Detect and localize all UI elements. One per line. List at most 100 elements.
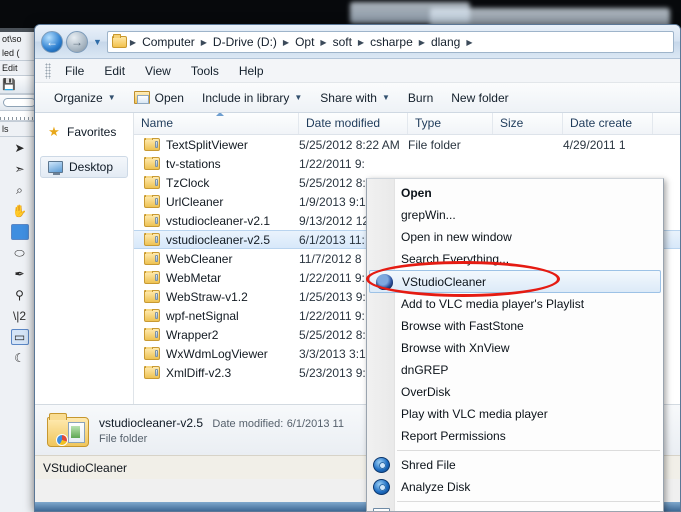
menu-item-play-with-vlc-media-player[interactable]: Play with VLC media player <box>367 403 663 425</box>
pen-tool-icon[interactable]: ✒ <box>11 266 29 282</box>
breadcrumb-item-d-drive[interactable]: D-Drive (D:) <box>210 34 280 50</box>
sidebar-item-label: Favorites <box>67 125 117 139</box>
breadcrumb-item-dlang[interactable]: dlang <box>428 34 463 50</box>
menu-item-search-everything[interactable]: Search Everything... <box>367 248 663 270</box>
breadcrumb-item-opt[interactable]: Opt <box>292 34 317 50</box>
vstudiocleaner-icon <box>376 273 393 290</box>
gradient-tool-icon[interactable] <box>10 224 29 240</box>
column-header-name[interactable]: Name <box>134 113 299 134</box>
menu-item-help[interactable]: Help <box>229 61 274 81</box>
menu-item-vstudiocleaner[interactable]: VStudioCleaner <box>369 270 661 293</box>
menu-item-report-permissions[interactable]: Report Permissions <box>367 425 663 447</box>
select-tool-icon[interactable]: ➣ <box>11 161 29 177</box>
select-add-tool-icon[interactable]: ➤ <box>11 140 29 156</box>
open-button[interactable]: Open <box>125 87 193 109</box>
file-name-cell[interactable]: vstudiocleaner-v2.5 <box>134 232 299 247</box>
file-name-cell[interactable]: WebMetar <box>134 270 299 285</box>
share-with-label: Share with <box>320 90 377 105</box>
open-label: Open <box>154 90 184 105</box>
breadcrumb-item-csharpe[interactable]: csharpe <box>367 34 416 50</box>
column-header-date-created[interactable]: Date create <box>563 113 653 134</box>
menu-item-dngrep[interactable]: dnGREP <box>367 359 663 381</box>
menu-item-file[interactable]: File <box>55 61 94 81</box>
organize-button[interactable]: Organize ▼ <box>45 87 125 109</box>
breadcrumb-separator-icon[interactable]: ▶ <box>129 38 137 47</box>
menu-item-browse-with-faststone[interactable]: Browse with FastStone <box>367 315 663 337</box>
rounded-rect-tool-icon[interactable]: ▭ <box>10 329 29 345</box>
forward-button[interactable]: → <box>66 31 88 53</box>
recent-pages-chevron-down-icon[interactable]: ▼ <box>91 37 104 47</box>
menu-item-add-to-vlc-media-player-s-playlist[interactable]: Add to VLC media player's Playlist <box>367 293 663 315</box>
file-name-cell[interactable]: Wrapper2 <box>134 327 299 342</box>
back-button[interactable]: ← <box>41 31 63 53</box>
sidebar-item-desktop[interactable]: Desktop <box>40 156 128 178</box>
command-bar[interactable]: Organize ▼ Open Include in library ▼ Sha… <box>35 83 680 113</box>
menu-item-edit[interactable]: Edit <box>94 61 135 81</box>
file-name-cell[interactable]: WxWdmLogViewer <box>134 346 299 361</box>
eraser-tool-icon[interactable]: ⬭ <box>11 245 29 261</box>
file-name-cell[interactable]: UrlCleaner <box>134 194 299 209</box>
file-name-cell[interactable]: TzClock <box>134 175 299 190</box>
pan-hand-tool-icon[interactable]: ✋ <box>11 203 29 219</box>
file-name-cell[interactable]: TextSplitViewer <box>134 137 299 152</box>
column-header-row[interactable]: Name Date modified Type Size Date create <box>134 113 680 135</box>
filemenu-tools-icon <box>373 508 390 511</box>
breadcrumb-separator-icon[interactable]: ▶ <box>357 38 365 47</box>
menu-item-open-in-new-window[interactable]: Open in new window <box>367 226 663 248</box>
breadcrumb-separator-icon[interactable]: ▶ <box>319 38 327 47</box>
menu-divider <box>397 450 660 451</box>
file-name-cell[interactable]: WebStraw-v1.2 <box>134 289 299 304</box>
context-menu[interactable]: Open grepWin... Open in new window Search E… <box>366 178 664 512</box>
new-folder-button[interactable]: New folder <box>442 87 517 109</box>
menu-item-label: Search Everything... <box>401 252 510 266</box>
menu-bar[interactable]: File Edit View Tools Help <box>35 59 680 83</box>
menu-item-open[interactable]: Open <box>367 182 663 204</box>
menu-item-browse-with-xnview[interactable]: Browse with XnView <box>367 337 663 359</box>
file-name-cell[interactable]: wpf-netSignal <box>134 308 299 323</box>
breadcrumb-item-soft[interactable]: soft <box>330 34 355 50</box>
file-name-label: vstudiocleaner-v2.1 <box>166 213 271 228</box>
share-with-button[interactable]: Share with ▼ <box>311 87 399 109</box>
table-row[interactable]: tv-stations 1/22/2011 9: <box>134 154 680 173</box>
details-modified-value: 6/1/2013 11 <box>286 417 344 430</box>
sidebar-item-label: Desktop <box>69 160 114 174</box>
zoom-tool-icon[interactable]: ⌕ <box>11 182 29 198</box>
file-name-cell[interactable]: WebCleaner <box>134 251 299 266</box>
file-name-label: wpf-netSignal <box>166 308 239 323</box>
file-name-cell[interactable]: vstudiocleaner-v2.1 <box>134 213 299 228</box>
sidebar-item-favorites[interactable]: ★ Favorites <box>35 122 133 142</box>
breadcrumb-separator-icon[interactable]: ▶ <box>465 38 473 47</box>
menu-item-filemenu-tools[interactable]: FileMenu Tools <box>367 505 663 511</box>
menu-item-label: OverDisk <box>401 385 451 399</box>
menu-item-shred-file[interactable]: Shred File <box>367 454 663 476</box>
file-name-cell[interactable]: XmlDiff-v2.3 <box>134 365 299 380</box>
breadcrumb-separator-icon[interactable]: ▶ <box>282 38 290 47</box>
menu-item-tools[interactable]: Tools <box>181 61 229 81</box>
folder-icon <box>144 194 160 208</box>
file-name-cell[interactable]: tv-stations <box>134 156 299 171</box>
navigation-pane[interactable]: ★ Favorites Desktop <box>35 113 134 404</box>
dropper-tool-icon[interactable]: ⚲ <box>11 287 29 303</box>
burn-button[interactable]: Burn <box>399 87 442 109</box>
curve-tool-icon[interactable]: ☾ <box>11 350 29 366</box>
type-cell: File folder <box>408 137 461 152</box>
folder-icon <box>144 308 160 322</box>
menu-item-view[interactable]: View <box>135 61 181 81</box>
context-menu-items[interactable]: Open grepWin... Open in new window Search E… <box>367 179 663 511</box>
menu-item-overdisk[interactable]: OverDisk <box>367 381 663 403</box>
line-tool-icon[interactable]: \|2 <box>11 308 29 324</box>
breadcrumb-separator-icon[interactable]: ▶ <box>418 38 426 47</box>
menu-item-label: Add to VLC media player's Playlist <box>401 297 585 311</box>
column-header-type[interactable]: Type <box>408 113 493 134</box>
table-row[interactable]: TextSplitViewer 5/25/2012 8:22 AM File fol… <box>134 135 680 154</box>
breadcrumb-item-computer[interactable]: Computer <box>139 34 198 50</box>
address-bar[interactable]: ▶ Computer ▶ D-Drive (D:) ▶ Opt ▶ soft ▶… <box>106 31 674 53</box>
menu-item-grepwin[interactable]: grepWin... <box>367 204 663 226</box>
column-header-size[interactable]: Size <box>493 113 563 134</box>
menu-item-analyze-disk[interactable]: Analyze Disk <box>367 476 663 498</box>
column-header-date-modified[interactable]: Date modified <box>299 113 408 134</box>
menu-item-label: Shred File <box>401 458 456 472</box>
include-in-library-button[interactable]: Include in library ▼ <box>193 87 311 109</box>
breadcrumb-separator-icon[interactable]: ▶ <box>200 38 208 47</box>
folder-icon <box>144 346 160 360</box>
